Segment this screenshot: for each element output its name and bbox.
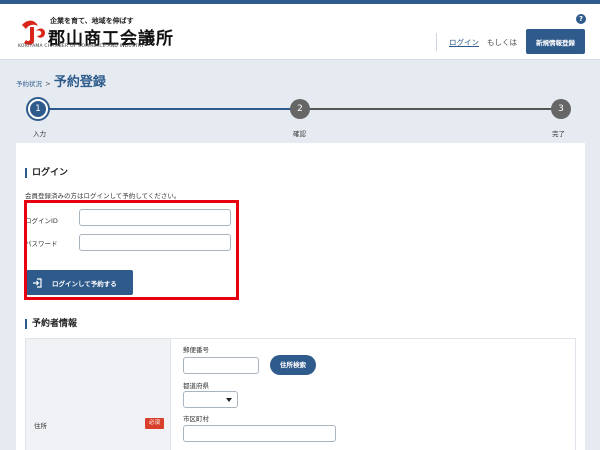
reservation-form-panel: ログイン 会員登録済みの方はログインして予約してください。 ログインID パスワ… [16, 143, 585, 450]
or-text: もしくは [487, 38, 517, 47]
progress-line-remaining [300, 108, 561, 110]
address-table: 住所 必須 郵便番号 住所検索 都道府県 市区町村 [25, 338, 576, 450]
breadcrumb-link-status[interactable]: 予約状況 [16, 78, 42, 88]
logo-mark-icon [22, 20, 45, 45]
breadcrumb: 予約状況 > 予約登録 [16, 71, 106, 90]
prefecture-select[interactable] [183, 391, 238, 408]
login-link[interactable]: ログイン [449, 37, 479, 48]
step-3-circle: 3 [551, 99, 571, 119]
address-label: 住所 [34, 422, 47, 430]
site-header: 企業を育て、地域を伸ばす 郡山商工会議所 KORIYAMA CHAMBER OF… [0, 4, 600, 60]
prefecture-label: 都道府県 [183, 382, 209, 390]
login-highlight-frame [24, 200, 239, 300]
page-title: 予約登録 [53, 75, 106, 90]
help-icon[interactable]: ? [576, 14, 586, 24]
step-3-label: 完了 [552, 130, 565, 138]
register-button[interactable]: 新規情報登録 [526, 29, 585, 54]
site-logo[interactable]: 企業を育て、地域を伸ばす 郡山商工会議所 KORIYAMA CHAMBER OF… [18, 13, 198, 53]
city-input[interactable] [183, 425, 336, 442]
required-badge: 必須 [145, 418, 164, 429]
postal-code-label: 郵便番号 [183, 346, 209, 354]
reserver-section-heading: 予約者情報 [25, 319, 77, 329]
progress-line-completed [38, 108, 300, 110]
step-2-circle: 2 [290, 99, 310, 119]
breadcrumb-separator: > [45, 80, 51, 88]
logo-english-name: KORIYAMA CHAMBER OF COMMERCE AND INDUSTR… [18, 44, 144, 49]
nav-divider [436, 33, 437, 51]
login-section-heading: ログイン [25, 168, 68, 178]
city-label: 市区町村 [183, 415, 209, 423]
step-1-circle: 1 [28, 99, 48, 119]
postal-code-input[interactable] [183, 357, 259, 374]
step-2-label: 確認 [293, 130, 306, 138]
address-label-cell: 住所 必須 [26, 339, 171, 450]
login-hint-text: 会員登録済みの方はログインして予約してください。 [25, 192, 181, 200]
chevron-down-icon [226, 398, 232, 402]
step-1-label: 入力 [33, 130, 46, 138]
address-search-button[interactable]: 住所検索 [270, 355, 316, 375]
